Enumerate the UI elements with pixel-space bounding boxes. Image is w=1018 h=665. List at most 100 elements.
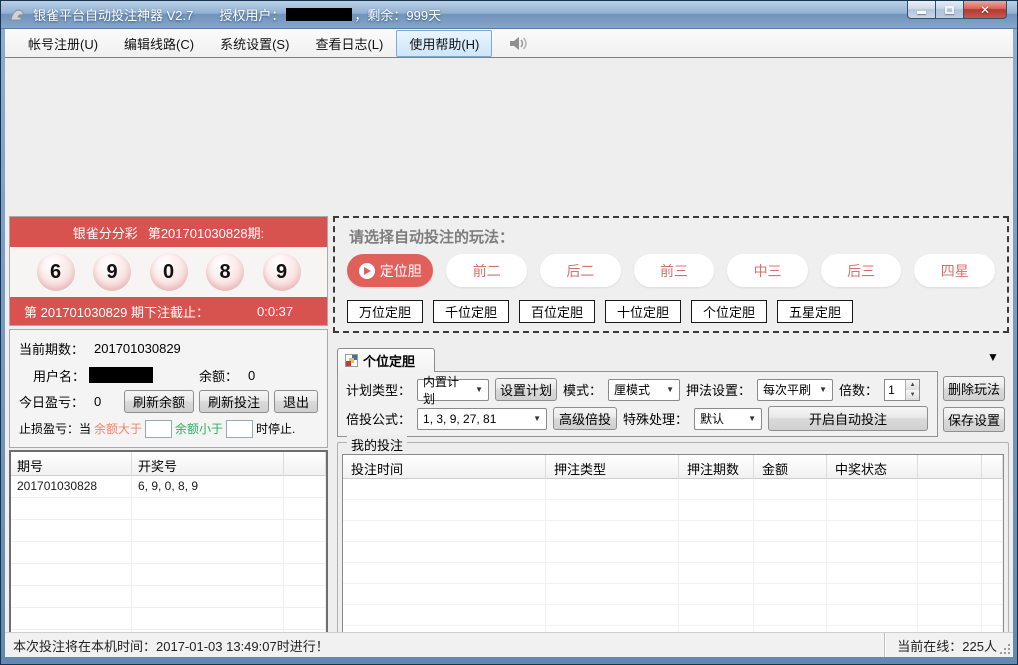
- lottery-balls: 6 9 0 8 9: [10, 247, 327, 297]
- start-auto-bet-button[interactable]: 开启自动投注: [768, 406, 928, 431]
- mode-button-qian2[interactable]: 前二: [446, 254, 527, 287]
- my-bets-table: 投注时间 押注类型 押注期数 金额 中奖状态: [342, 454, 1004, 652]
- speaker-icon[interactable]: [508, 35, 528, 52]
- plan-type-value: 内置计划: [423, 373, 470, 407]
- formula-select[interactable]: 1, 3, 9, 27, 81▼: [417, 408, 547, 430]
- online-count: 当前在线：225人: [884, 633, 1013, 657]
- position-button-bai[interactable]: 百位定胆: [519, 300, 595, 323]
- position-button-shi[interactable]: 十位定胆: [605, 300, 681, 323]
- bets-header-extra[interactable]: [982, 455, 1003, 482]
- history-header-numbers[interactable]: 开奖号: [132, 452, 284, 479]
- mode-label: 中三: [754, 261, 782, 281]
- play-select-panel: 请选择自动投注的玩法： 定位胆 前二 后二 前三 中三 后三 四星 万位定胆 千…: [333, 216, 1009, 333]
- delete-play-button[interactable]: 删除玩法: [943, 376, 1005, 401]
- chevron-down-icon[interactable]: ▼: [987, 351, 999, 363]
- mode-label: 前三: [660, 261, 688, 281]
- dropdown-arrow-icon: ▼: [475, 385, 483, 394]
- balance-less-label: 余额小于: [175, 420, 223, 437]
- stake-method-select[interactable]: 每次平刷▼: [757, 379, 833, 401]
- history-header-row: 期号 开奖号: [11, 452, 326, 476]
- close-button[interactable]: ✕: [963, 1, 1007, 19]
- stepper-down-icon[interactable]: ▼: [906, 390, 919, 400]
- menu-item-system-settings[interactable]: 系统设置(S): [207, 30, 302, 57]
- my-bets-group: 我的投注 投注时间 押注类型 押注期数 金额 中奖状态: [337, 442, 1009, 657]
- bets-header-status[interactable]: 中奖状态: [827, 455, 918, 482]
- lottery-ball: 9: [93, 253, 131, 291]
- save-settings-button[interactable]: 保存设置: [943, 407, 1005, 432]
- window-controls: ✕: [907, 1, 1007, 19]
- history-row-empty: [11, 542, 326, 564]
- bets-row-empty: [343, 500, 1003, 521]
- play-icon: [359, 263, 375, 279]
- resize-grip[interactable]: [999, 643, 1011, 655]
- exit-button[interactable]: 退出: [274, 390, 318, 413]
- mode-button-hou3[interactable]: 后三: [821, 254, 902, 287]
- formula-label: 倍投公式：: [346, 409, 411, 428]
- menu-item-view-log[interactable]: 查看日志(L): [302, 30, 396, 57]
- minimize-icon: [917, 11, 926, 14]
- position-button-qian[interactable]: 千位定胆: [433, 300, 509, 323]
- bets-row-empty: [343, 605, 1003, 626]
- set-plan-button[interactable]: 设置计划: [495, 378, 557, 401]
- bets-header-amount[interactable]: 金额: [754, 455, 827, 482]
- deadline-label: 第 201701030829 期下注截止：: [24, 302, 209, 321]
- bets-header-issues[interactable]: 押注期数: [679, 455, 754, 482]
- position-button-ge[interactable]: 个位定胆: [691, 300, 767, 323]
- mode-button-hou2[interactable]: 后二: [540, 254, 621, 287]
- refresh-bets-button[interactable]: 刷新投注: [199, 390, 269, 413]
- bets-header-type[interactable]: 押注类型: [546, 455, 679, 482]
- history-row-empty: [11, 564, 326, 586]
- bets-row-empty: [343, 479, 1003, 500]
- multiplier-label: 倍数：: [839, 380, 878, 399]
- position-button-wuxing[interactable]: 五星定胆: [777, 300, 853, 323]
- draw-history-table: 期号 开奖号 201701030828 6, 9, 0, 8, 9: [9, 450, 328, 653]
- bets-header-extra[interactable]: [918, 455, 982, 482]
- client-area: 银雀分分彩 第201701030828期: 6 9 0 8 9 第 201701…: [5, 58, 1013, 657]
- history-row-empty: [11, 520, 326, 542]
- history-cell-issue: 201701030828: [11, 476, 132, 497]
- mode-button-zhong3[interactable]: 中三: [727, 254, 808, 287]
- stoploss-label: 止损盈亏：当: [19, 420, 91, 437]
- deadline-bar: 第 201701030829 期下注截止： 0:0:37: [10, 297, 327, 325]
- history-header-issue[interactable]: 期号: [11, 452, 132, 479]
- history-header-extra[interactable]: [284, 452, 326, 479]
- form-icon: [345, 354, 358, 367]
- tab-label: 个位定胆: [363, 351, 415, 370]
- history-row[interactable]: 201701030828 6, 9, 0, 8, 9: [11, 476, 326, 498]
- multiplier-input[interactable]: [885, 380, 905, 400]
- history-row-empty: [11, 586, 326, 608]
- mode-select[interactable]: 厘模式▼: [608, 379, 680, 401]
- mode-button-sixing[interactable]: 四星: [914, 254, 995, 287]
- current-issue-value: 201701030829: [94, 341, 181, 356]
- username-label: 用户名：: [33, 366, 85, 385]
- close-icon: ✕: [980, 3, 990, 17]
- stoploss-upper-input[interactable]: [145, 420, 172, 438]
- lottery-ball: 9: [263, 253, 301, 291]
- my-bets-label: 我的投注: [347, 435, 407, 454]
- minimize-button[interactable]: [907, 1, 936, 19]
- maximize-button[interactable]: [936, 1, 963, 19]
- stoploss-lower-input[interactable]: [226, 420, 253, 438]
- mode-pill-row: 定位胆 前二 后二 前三 中三 后三 四星: [347, 254, 995, 287]
- refresh-balance-button[interactable]: 刷新余额: [124, 390, 194, 413]
- tab-gewei-dingdan[interactable]: 个位定胆: [337, 348, 435, 372]
- plan-type-label: 计划类型：: [346, 380, 411, 399]
- bets-row-empty: [343, 563, 1003, 584]
- mode-button-qian3[interactable]: 前三: [634, 254, 715, 287]
- bets-header-time[interactable]: 投注时间: [343, 455, 546, 482]
- mode-button-dingweidan[interactable]: 定位胆: [347, 254, 433, 287]
- my-bets-header-row: 投注时间 押注类型 押注期数 金额 中奖状态: [343, 455, 1003, 479]
- multiplier-stepper: ▲▼: [884, 379, 920, 401]
- special-handling-select[interactable]: 默认▼: [694, 408, 762, 430]
- menu-item-account-register[interactable]: 帐号注册(U): [15, 30, 111, 57]
- dropdown-arrow-icon: ▼: [819, 385, 827, 394]
- plan-type-select[interactable]: 内置计划▼: [417, 379, 489, 401]
- title-bar[interactable]: 银雀平台自动投注神器 V2.7 授权用户： ，剩余：999天 ✕: [1, 1, 1017, 29]
- menu-item-edit-line[interactable]: 编辑线路(C): [111, 30, 207, 57]
- dropdown-arrow-icon: ▼: [748, 414, 756, 423]
- stepper-up-icon[interactable]: ▲: [906, 380, 919, 390]
- advanced-betting-button[interactable]: 高级倍投: [553, 407, 617, 430]
- position-button-wan[interactable]: 万位定胆: [347, 300, 423, 323]
- maximize-icon: [945, 6, 954, 14]
- menu-item-help[interactable]: 使用帮助(H): [396, 30, 492, 57]
